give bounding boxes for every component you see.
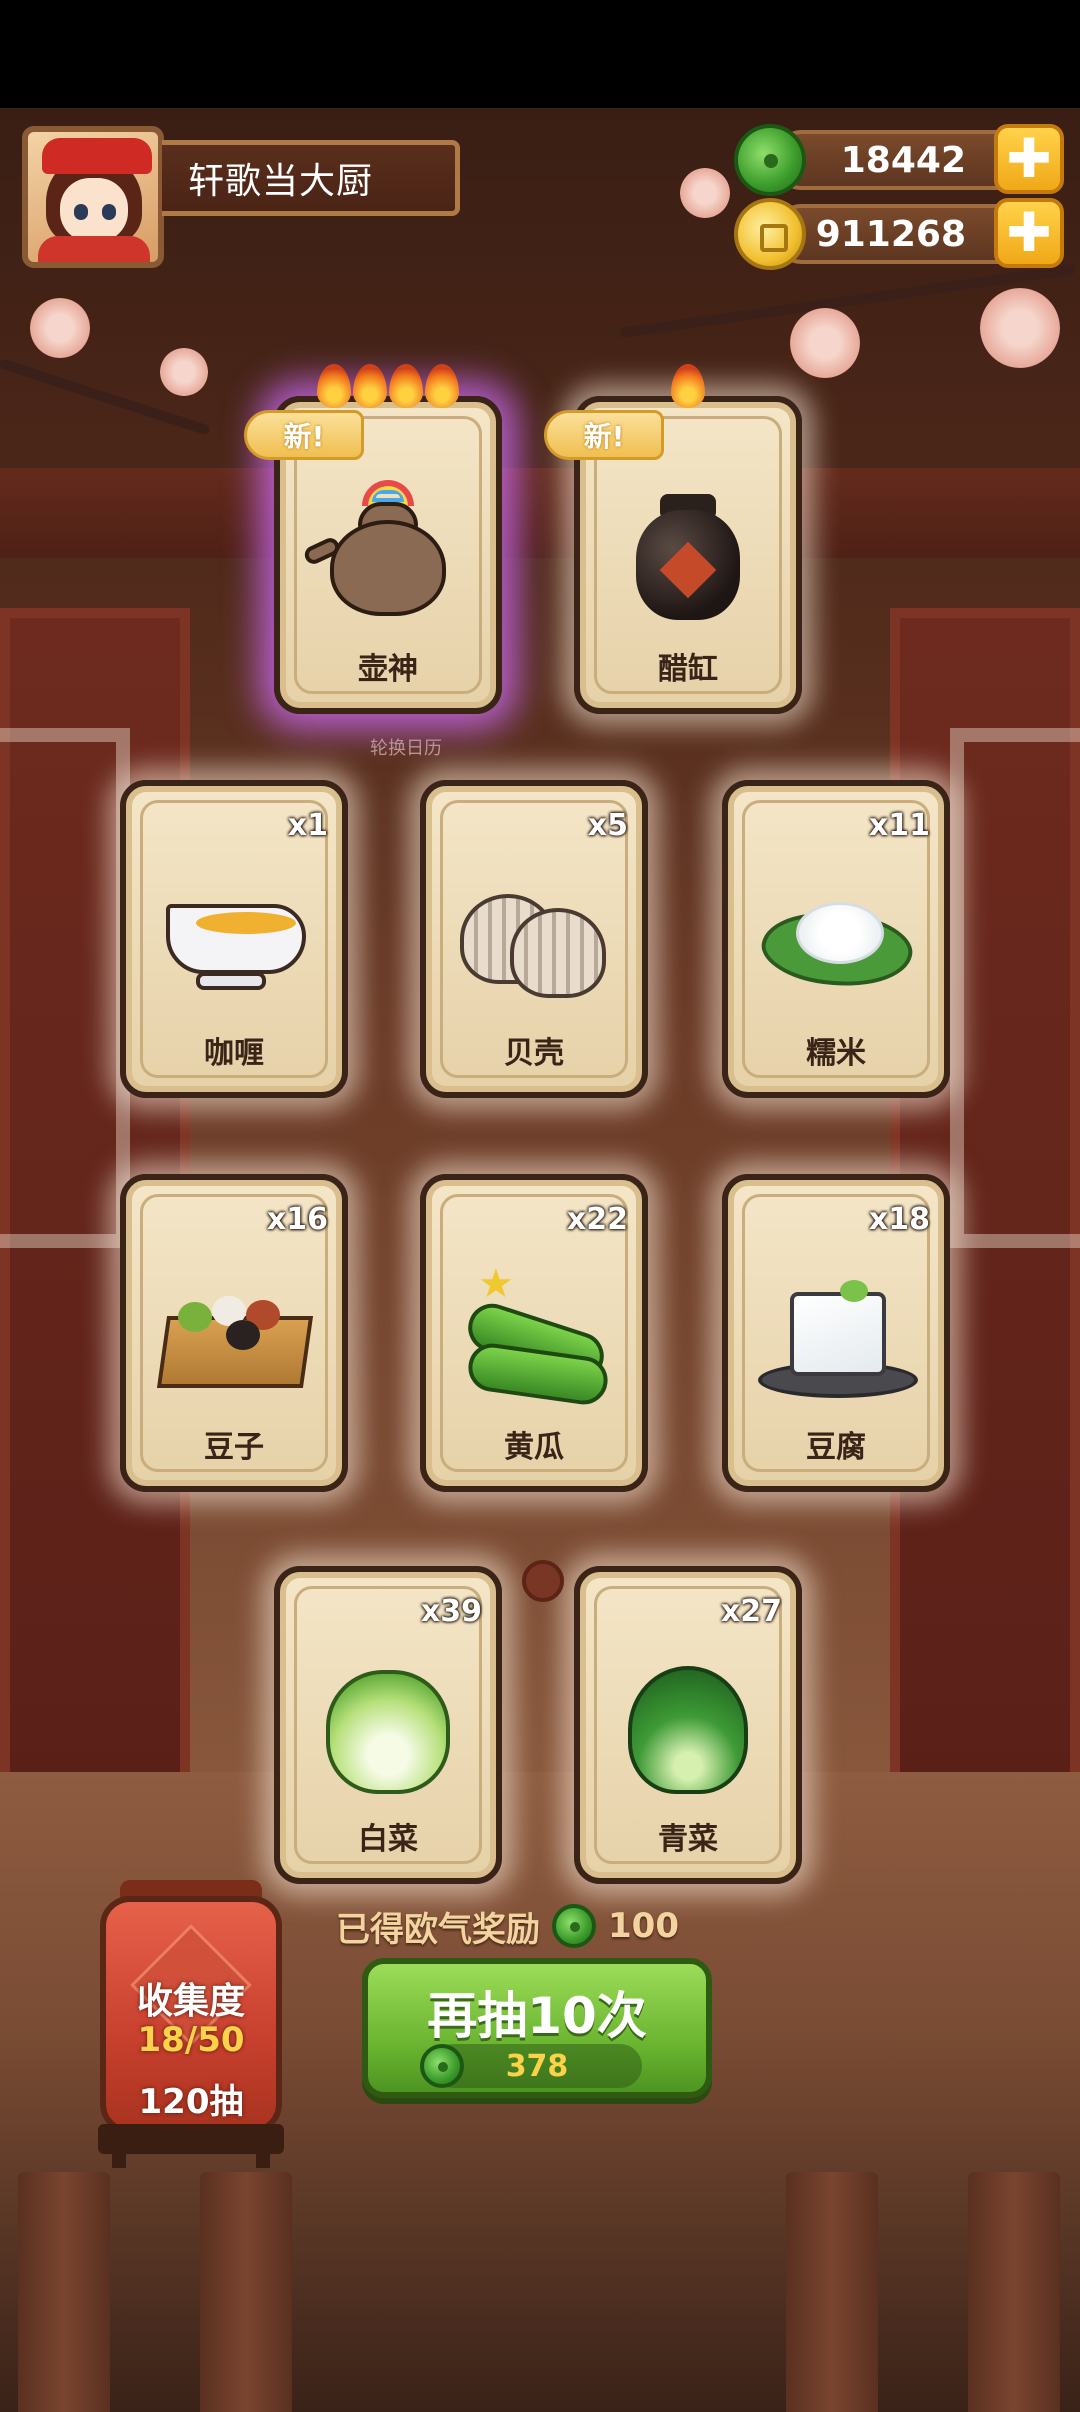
flame-icon bbox=[671, 364, 705, 408]
collection-pulls: 120抽 bbox=[138, 2082, 244, 2122]
card-beans[interactable]: x16 豆子 bbox=[120, 1174, 348, 1492]
card-count: x16 bbox=[266, 1202, 328, 1237]
cucumber-icon: ★ bbox=[456, 1258, 612, 1408]
card-name: 白菜 bbox=[358, 1822, 418, 1857]
card-name: 贝壳 bbox=[504, 1036, 564, 1071]
card-name: 青菜 bbox=[658, 1822, 718, 1857]
flame-icon bbox=[389, 364, 423, 408]
card-tofu[interactable]: x18 豆腐 bbox=[722, 1174, 950, 1492]
tofu-icon bbox=[758, 1258, 918, 1408]
collection-lantern[interactable]: 收集度 18/50 120抽 bbox=[100, 1896, 282, 2134]
reward-label: 已得欧气奖励 bbox=[336, 1909, 540, 1950]
lantern-leg bbox=[112, 2148, 126, 2168]
cabbage-icon bbox=[310, 1650, 466, 1800]
collection-progress: 18/50 bbox=[137, 2020, 245, 2060]
card-count: x5 bbox=[587, 808, 628, 843]
jade-counter: 18442 ✚ bbox=[718, 124, 1064, 196]
new-badge: 新! bbox=[244, 410, 364, 460]
flame-icon bbox=[425, 364, 459, 408]
fence-post bbox=[200, 2172, 292, 2412]
fence-post bbox=[18, 2172, 110, 2412]
right-window-lattice bbox=[950, 728, 1080, 1248]
shell-icon bbox=[456, 864, 612, 1014]
jade-icon bbox=[734, 124, 806, 196]
flame-icon bbox=[317, 364, 351, 408]
card-shell[interactable]: x5 贝壳 bbox=[420, 780, 648, 1098]
card-teapot-god[interactable]: 新! 壶神 bbox=[244, 364, 502, 714]
add-coin-button[interactable]: ✚ bbox=[994, 198, 1064, 268]
card-sticky-rice[interactable]: x11 糯米 bbox=[722, 780, 950, 1098]
card-name: 黄瓜 bbox=[504, 1430, 564, 1465]
teapot-icon bbox=[301, 480, 466, 630]
flame-icon bbox=[353, 364, 387, 408]
card-count: x1 bbox=[287, 808, 328, 843]
card-curry[interactable]: x1 咖喱 bbox=[120, 780, 348, 1098]
rarity-flames bbox=[280, 364, 496, 408]
player-name: 轩歌当大厨 bbox=[162, 140, 460, 216]
card-name: 糯米 bbox=[806, 1036, 866, 1071]
vinegar-jar-icon bbox=[610, 480, 766, 630]
card-name: 豆子 bbox=[204, 1430, 264, 1465]
card-cabbage[interactable]: x39 白菜 bbox=[274, 1566, 502, 1884]
card-name: 醋缸 bbox=[658, 652, 718, 687]
jade-icon bbox=[420, 2044, 464, 2088]
collection-title: 收集度 bbox=[136, 1981, 245, 2022]
lantern-leg bbox=[256, 2148, 270, 2168]
draw-cost-value: 378 bbox=[505, 2048, 569, 2084]
card-count: x27 bbox=[720, 1594, 782, 1629]
card-count: x39 bbox=[420, 1594, 482, 1629]
add-jade-button[interactable]: ✚ bbox=[994, 124, 1064, 194]
new-badge: 新! bbox=[544, 410, 664, 460]
card-count: x18 bbox=[868, 1202, 930, 1237]
jade-icon bbox=[552, 1904, 596, 1948]
card-bok-choy[interactable]: x27 青菜 bbox=[574, 1566, 802, 1884]
card-count: x11 bbox=[868, 808, 930, 843]
coin-icon bbox=[734, 198, 806, 270]
blossom-flower bbox=[980, 288, 1060, 368]
reward-value: 100 bbox=[608, 1906, 679, 1946]
card-name: 咖喱 bbox=[204, 1036, 264, 1071]
blossom-flower bbox=[30, 298, 90, 358]
draw-again-label: 再抽10次 bbox=[427, 1987, 647, 2045]
roof-beam bbox=[0, 468, 1080, 558]
card-count: x22 bbox=[566, 1202, 628, 1237]
beans-icon bbox=[156, 1258, 314, 1408]
rarity-flames bbox=[580, 364, 796, 408]
curry-icon bbox=[156, 864, 312, 1014]
luck-reward: 已得欧气奖励 100 bbox=[336, 1898, 679, 1954]
bok-choy-icon bbox=[610, 1650, 766, 1800]
draw-again-button[interactable]: 再抽10次 378 bbox=[362, 1958, 712, 2098]
rotation-calendar-hint: 轮换日历 bbox=[370, 738, 442, 759]
card-name: 豆腐 bbox=[806, 1430, 866, 1465]
coin-counter: 911268 ✚ bbox=[718, 198, 1064, 270]
card-vinegar-jar[interactable]: 新! 醋缸 bbox=[544, 364, 802, 714]
card-cucumber[interactable]: x22 ★ 黄瓜 bbox=[420, 1174, 648, 1492]
left-window-lattice bbox=[0, 728, 130, 1248]
avatar[interactable] bbox=[22, 126, 164, 268]
card-name: 壶神 bbox=[358, 652, 418, 687]
blossom-flower bbox=[160, 348, 208, 396]
blossom-flower bbox=[790, 308, 860, 378]
fence-post bbox=[786, 2172, 878, 2412]
status-bar bbox=[0, 0, 1080, 108]
compass-ornament-icon bbox=[522, 1560, 564, 1602]
sticky-rice-icon bbox=[756, 864, 918, 1014]
fence-post bbox=[968, 2172, 1060, 2412]
